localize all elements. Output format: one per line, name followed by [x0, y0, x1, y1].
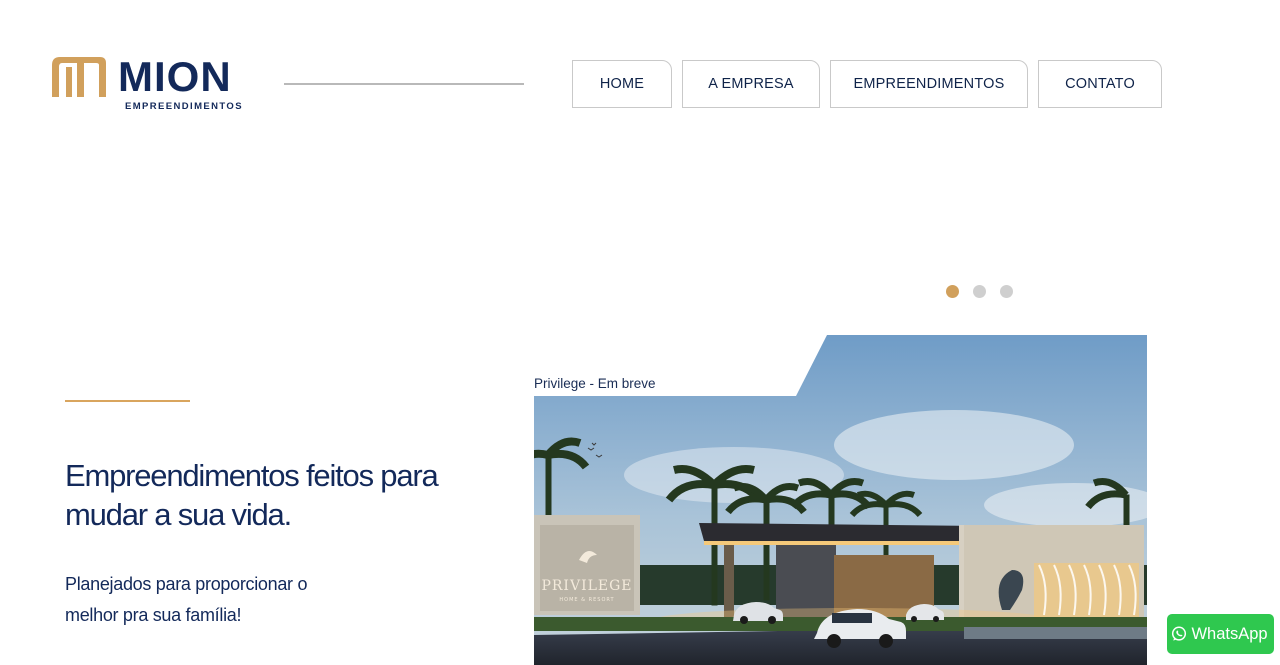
hero-accent-line — [65, 400, 190, 402]
nav-empresa-button[interactable]: A EMPRESA — [682, 60, 820, 108]
site-logo[interactable]: MION EMPREENDIMENTOS — [50, 52, 243, 114]
nav-contato-button[interactable]: CONTATO — [1038, 60, 1162, 108]
logo-tagline: EMPREENDIMENTOS — [125, 101, 243, 112]
carousel-dot-1[interactable] — [946, 285, 959, 298]
carousel-dot-3[interactable] — [1000, 285, 1013, 298]
hero-title: Empreendimentos feitos para mudar a sua … — [65, 458, 439, 532]
hero-subtitle: Planejados para proporcionar o melhor pr… — [65, 574, 308, 625]
whatsapp-icon — [1172, 626, 1187, 641]
carousel-dot-2[interactable] — [973, 285, 986, 298]
whatsapp-label: WhatsApp — [1191, 624, 1268, 643]
nav-empreendimentos-button[interactable]: EMPREENDIMENTOS — [830, 60, 1028, 108]
privilege-sign-name: PRIVILEGE — [541, 578, 632, 594]
logo-mark-icon — [52, 57, 106, 97]
header-divider — [284, 83, 524, 85]
whatsapp-button[interactable]: WhatsApp — [1167, 614, 1274, 654]
logo-wordmark: MION — [118, 53, 232, 100]
privilege-sign-sub: HOME & RESORT — [559, 597, 614, 603]
nav-home-button[interactable]: HOME — [572, 60, 672, 108]
hero-image-caption: Privilege - Em breve — [534, 376, 656, 391]
